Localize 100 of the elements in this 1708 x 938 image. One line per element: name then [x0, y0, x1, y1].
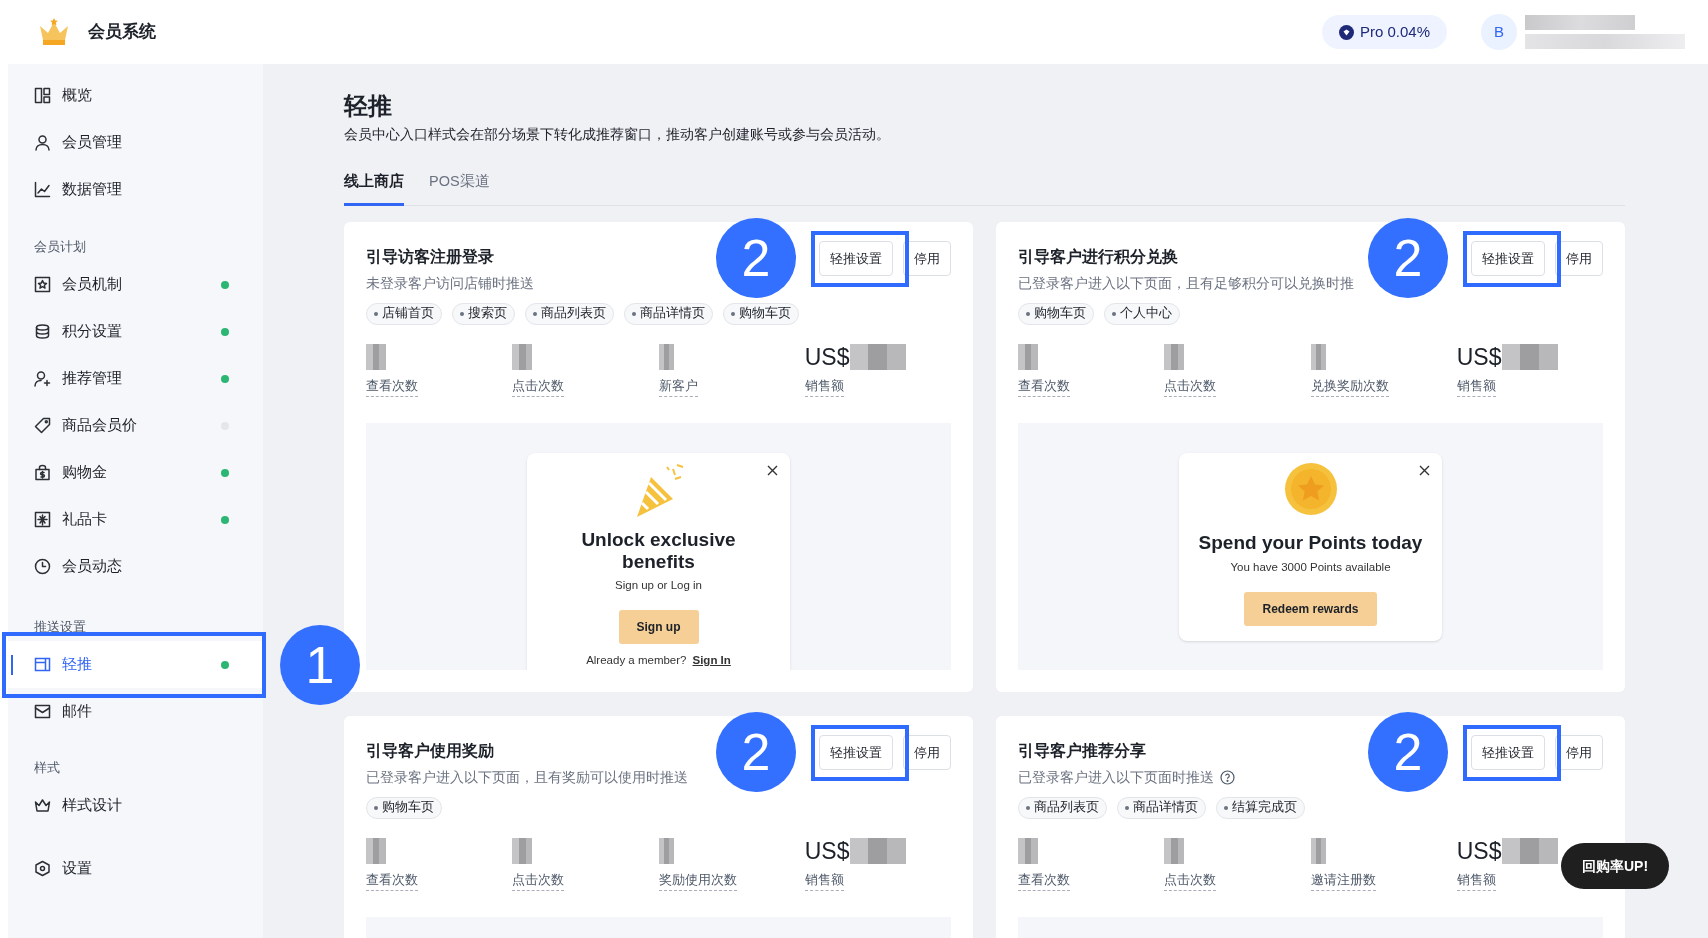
page-tag: 商品详情页 [1117, 796, 1206, 819]
page-title: 轻推 [344, 91, 393, 121]
page-tag: 店铺首页 [366, 302, 442, 325]
avatar: B [1481, 14, 1517, 50]
close-icon[interactable] [1419, 464, 1430, 476]
coin-stack-icon [34, 323, 51, 340]
gem-icon [1338, 24, 1354, 40]
stat-label: 查看次数 [1018, 870, 1070, 891]
card-button[interactable]: 停用 [903, 734, 951, 770]
sidebar-item[interactable]: 会员管理 [8, 119, 263, 166]
sidebar-item[interactable]: 会员机制 [8, 261, 263, 308]
popup-subtitle: Sign up or Log in [615, 577, 702, 593]
line-chart-icon [34, 181, 51, 198]
stat-currency: US$ [804, 342, 850, 371]
crown-icon [34, 797, 51, 814]
page-tag: 商品详情页 [624, 302, 713, 325]
page-tag: 个人中心 [1104, 302, 1180, 325]
popup-subtitle: You have 3000 Points available [1230, 559, 1391, 575]
card-button[interactable]: 停用 [1555, 240, 1603, 276]
card-button[interactable]: 停用 [1555, 734, 1603, 770]
blurred-value [658, 343, 675, 370]
close-icon[interactable] [767, 464, 778, 476]
tab[interactable]: 线上商店 [344, 171, 404, 206]
section-heading: 样式 [33, 760, 61, 777]
card-description: 已登录客户进入以下页面时推送 [1018, 767, 1214, 787]
sidebar-item[interactable]: 推荐管理 [8, 355, 263, 402]
blurred-value [1310, 837, 1327, 864]
stat-label: 点击次数 [512, 870, 565, 891]
help-icon[interactable] [1220, 769, 1235, 785]
sidebar-item[interactable]: 商品会员价 [8, 402, 263, 449]
blurred-value [1501, 837, 1558, 864]
blurred-value [366, 343, 386, 370]
tab[interactable]: POS渠道 [429, 171, 490, 206]
card-title: 引导客户推荐分享 [1018, 740, 1146, 761]
envelope-icon [34, 703, 51, 720]
step-marker: 2 [1368, 711, 1448, 792]
plan-badge: Pro 0.04% [1321, 15, 1447, 49]
card-button[interactable]: 停用 [903, 240, 951, 276]
sidebar-item[interactable]: 会员动态 [8, 543, 263, 590]
stat-label: 奖励使用次数 [658, 870, 737, 891]
blurred-value [512, 343, 533, 370]
page-tag: 商品列表页 [1018, 796, 1107, 819]
sidebar-item[interactable]: 轻推 [8, 641, 263, 688]
blurred-value [1501, 343, 1558, 370]
card-button[interactable]: 轻推设置 [1471, 734, 1545, 770]
sign-in-link[interactable]: Sign In [692, 651, 731, 669]
step-marker: 2 [1368, 217, 1448, 298]
stat-label: 查看次数 [366, 376, 418, 397]
card-description: 已登录客户进入以下页面，且有足够积分可以兑换时推 [1018, 273, 1354, 293]
gift-card-icon [34, 511, 51, 528]
section-heading: 推送设置 [33, 619, 87, 636]
stat-label: 销售额 [804, 376, 844, 397]
sidebar-item[interactable]: 样式设计 [8, 782, 263, 829]
popup-button[interactable]: Redeem rewards [1244, 591, 1377, 626]
section-heading: 会员计划 [33, 239, 87, 256]
tag-icon [34, 417, 51, 434]
sidebar-item[interactable]: 购物金 [8, 449, 263, 496]
app-title: 会员系统 [88, 21, 156, 44]
sidebar-item[interactable]: 礼品卡 [8, 496, 263, 543]
stat-label: 点击次数 [512, 376, 565, 397]
blurred-value [849, 343, 906, 370]
blurred-value [1164, 837, 1185, 864]
crown-logo-icon [38, 18, 70, 46]
sidebar-item[interactable]: 积分设置 [8, 308, 263, 355]
stat-label: 销售额 [1456, 376, 1496, 397]
card-button[interactable]: 轻推设置 [819, 734, 893, 770]
card-description: 已登录客户进入以下页面，且有奖励可以使用时推送 [366, 767, 688, 787]
sidebar-item[interactable]: 邮件 [8, 688, 263, 735]
hexagon-icon [34, 860, 51, 877]
page-tag: 商品列表页 [525, 302, 614, 325]
floating-button[interactable]: 回购率UP! [1561, 843, 1670, 889]
stat-currency: US$ [1456, 836, 1502, 865]
blurred-value [366, 837, 386, 864]
stat-label: 查看次数 [366, 870, 418, 891]
blurred-value [512, 837, 533, 864]
card-title: 引导客户进行积分兑换 [1018, 246, 1178, 267]
stat-currency: US$ [804, 836, 850, 865]
clock-icon [34, 558, 51, 575]
card-button[interactable]: 轻推设置 [819, 240, 893, 276]
stat-label: 新客户 [658, 376, 698, 397]
step-marker: 2 [716, 711, 796, 792]
card-button[interactable]: 轻推设置 [1471, 240, 1545, 276]
page-description: 会员中心入口样式会在部分场景下转化成推荐窗口，推动客户创建账号或参与会员活动。 [344, 125, 891, 144]
popup-title: Unlock exclusive benefits [580, 528, 737, 573]
stat-label: 销售额 [804, 870, 844, 891]
page-tag: 购物车页 [366, 796, 442, 819]
stat-label: 点击次数 [1164, 870, 1217, 891]
page-tag: 购物车页 [723, 302, 799, 325]
layout-icon [34, 87, 51, 104]
blurred-value [1164, 343, 1185, 370]
person-add-icon [34, 370, 51, 387]
card-title: 引导访客注册登录 [366, 246, 494, 267]
popup-button[interactable]: Sign up [618, 609, 699, 644]
sidebar-item[interactable]: 数据管理 [8, 166, 263, 213]
stat-currency: US$ [1456, 342, 1502, 371]
sidebar-item[interactable]: 概览 [8, 72, 263, 119]
stat-label: 查看次数 [1018, 376, 1070, 397]
card-title: 引导客户使用奖励 [366, 740, 494, 761]
coin-icon [1282, 460, 1339, 517]
sidebar-item[interactable]: 设置 [8, 845, 263, 892]
